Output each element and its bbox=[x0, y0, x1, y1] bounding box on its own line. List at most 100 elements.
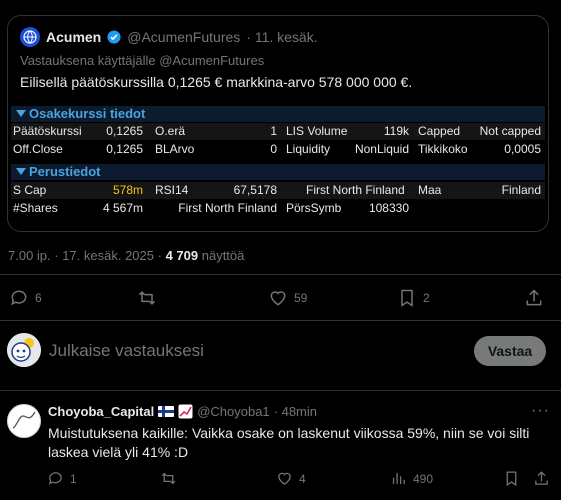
like-button[interactable]: 59 bbox=[268, 288, 307, 308]
data-value: NonLiquid bbox=[354, 142, 409, 156]
reply-count: 1 bbox=[70, 471, 77, 486]
reply-input[interactable]: Julkaise vastauksesi bbox=[49, 341, 204, 361]
data-value: 0,0005 bbox=[504, 142, 541, 156]
data-value: 119k bbox=[383, 124, 409, 138]
views-count: 490 bbox=[413, 471, 434, 486]
cartoon-avatar-icon bbox=[7, 333, 41, 367]
data-label: Capped bbox=[418, 124, 461, 138]
quoted-tweet-card[interactable]: Acumen @AcumenFutures · 11. kesäk. Vasta… bbox=[7, 15, 549, 232]
post-action-bar: 6 59 2 bbox=[0, 288, 561, 310]
data-label: S Cap bbox=[13, 183, 47, 197]
top-sliver bbox=[0, 0, 561, 6]
repost-icon bbox=[138, 291, 156, 305]
post-time[interactable]: 7.00 ip. · 17. kesäk. 2025 · bbox=[8, 248, 162, 263]
divider bbox=[0, 274, 561, 275]
bookmark-icon bbox=[401, 289, 413, 307]
divider bbox=[0, 320, 561, 321]
data-label: Maa bbox=[418, 183, 442, 197]
data-value: 1 bbox=[270, 124, 277, 138]
reply-tweet[interactable]: Choyoba_Capital @Choyoba1 · 48min ··· Mu… bbox=[0, 396, 561, 500]
reply-text: Muistutuksena kaikille: Vaikka osake on … bbox=[48, 425, 530, 460]
data-value: First North Finland bbox=[178, 201, 277, 215]
quoted-tweet-text: Eilisellä päätöskurssilla 0,1265 € markk… bbox=[20, 74, 413, 90]
quoted-author-name[interactable]: Acumen bbox=[46, 29, 101, 45]
reply-time[interactable]: · 48min bbox=[274, 404, 317, 419]
reply-icon bbox=[48, 472, 62, 485]
views-chart-icon bbox=[392, 472, 405, 485]
globe-icon bbox=[23, 30, 37, 44]
divider bbox=[0, 390, 561, 391]
choyoba-avatar[interactable] bbox=[7, 404, 41, 438]
chart-increasing-icon bbox=[178, 404, 193, 419]
quoted-reply-context: Vastauksena käyttäjälle @AcumenFutures bbox=[20, 53, 265, 68]
section-header-share-price: Osakekurssi tiedot bbox=[11, 106, 545, 122]
section-header-basic-info: Perustiedot bbox=[11, 164, 545, 180]
like-count: 4 bbox=[299, 471, 306, 486]
user-avatar[interactable] bbox=[7, 333, 41, 367]
data-label: O.erä bbox=[155, 124, 186, 138]
heart-icon bbox=[278, 472, 291, 485]
data-value-highlight: 578m bbox=[112, 183, 143, 197]
views-count: 4 709 bbox=[165, 248, 199, 263]
share-icon bbox=[526, 289, 542, 306]
data-value: Finland bbox=[501, 183, 541, 197]
bookmark-icon bbox=[506, 471, 517, 487]
section-title: Perustiedot bbox=[29, 164, 101, 179]
data-value: 0 bbox=[270, 142, 277, 156]
reply-author-handle[interactable]: @Choyoba1 bbox=[197, 404, 269, 419]
data-value: 0,1265 bbox=[106, 142, 143, 156]
data-label: RSI14 bbox=[155, 183, 189, 197]
finland-flag-icon bbox=[158, 406, 175, 417]
data-value: 0,1265 bbox=[106, 124, 143, 138]
data-value: 67,5178 bbox=[233, 183, 277, 197]
reply-author-name[interactable]: Choyoba_Capital bbox=[48, 404, 154, 419]
reply-bookmark-button[interactable] bbox=[503, 470, 520, 487]
data-value: Not capped bbox=[479, 124, 541, 138]
data-label: BLArvo bbox=[155, 142, 195, 156]
chart-line-avatar-icon bbox=[7, 404, 41, 438]
bookmark-count: 2 bbox=[423, 291, 430, 305]
data-label: Off.Close bbox=[13, 142, 63, 156]
quoted-author-handle[interactable]: @AcumenFutures bbox=[127, 29, 240, 45]
reply-share-button[interactable] bbox=[533, 470, 550, 487]
views-label: näyttöä bbox=[201, 248, 245, 263]
acumen-avatar[interactable] bbox=[20, 27, 40, 47]
data-row: #Shares 4 567m First North Finland PörsS… bbox=[11, 200, 545, 217]
bookmark-button[interactable]: 2 bbox=[397, 288, 430, 308]
data-value: 4 567m bbox=[102, 201, 143, 215]
verified-badge-icon bbox=[107, 30, 121, 44]
reply-count: 6 bbox=[35, 291, 42, 305]
triangle-down-icon bbox=[16, 168, 26, 175]
data-value: 108330 bbox=[368, 201, 409, 215]
reply-like-button[interactable]: 4 bbox=[276, 470, 306, 487]
share-button[interactable] bbox=[524, 288, 544, 308]
quoted-date: · 11. kesäk. bbox=[246, 29, 318, 45]
triangle-down-icon bbox=[16, 110, 26, 117]
repost-button[interactable] bbox=[137, 288, 157, 308]
more-options-icon[interactable]: ··· bbox=[531, 402, 550, 420]
data-label: #Shares bbox=[13, 201, 58, 215]
data-label: LIS Volume bbox=[286, 124, 348, 138]
market-data-image: Osakekurssi tiedot Päätöskurssi 0,1265 O… bbox=[11, 106, 545, 228]
like-count: 59 bbox=[294, 291, 308, 305]
data-row: Off.Close 0,1265 BLArvo 0 Liquidity NonL… bbox=[11, 141, 545, 158]
reply-button[interactable]: 6 bbox=[9, 288, 42, 308]
data-label: PörsSymb bbox=[286, 201, 342, 215]
reply-action-bar: 1 4 490 bbox=[0, 470, 561, 490]
data-label: Liquidity bbox=[286, 142, 331, 156]
reply-composer: Julkaise vastauksesi Vastaa bbox=[0, 330, 561, 374]
data-value: First North Finland bbox=[306, 183, 405, 197]
share-icon bbox=[535, 471, 548, 485]
reply-header: Choyoba_Capital @Choyoba1 · 48min bbox=[48, 404, 317, 419]
reply-repost-button[interactable] bbox=[160, 470, 177, 487]
reply-submit-button[interactable]: Vastaa bbox=[474, 336, 546, 366]
reply-views-button[interactable]: 490 bbox=[390, 470, 433, 487]
reply-reply-button[interactable]: 1 bbox=[47, 470, 77, 487]
repost-icon bbox=[161, 472, 176, 485]
post-timestamp: 7.00 ip. · 17. kesäk. 2025 · 4 709 näytt… bbox=[8, 248, 244, 263]
data-label: Päätöskurssi bbox=[13, 124, 82, 138]
data-label: Tikkikoko bbox=[418, 142, 468, 156]
data-row: Päätöskurssi 0,1265 O.erä 1 LIS Volume 1… bbox=[11, 123, 545, 140]
heart-icon bbox=[270, 291, 286, 306]
data-row: S Cap 578m RSI14 67,5178 First North Fin… bbox=[11, 182, 545, 199]
